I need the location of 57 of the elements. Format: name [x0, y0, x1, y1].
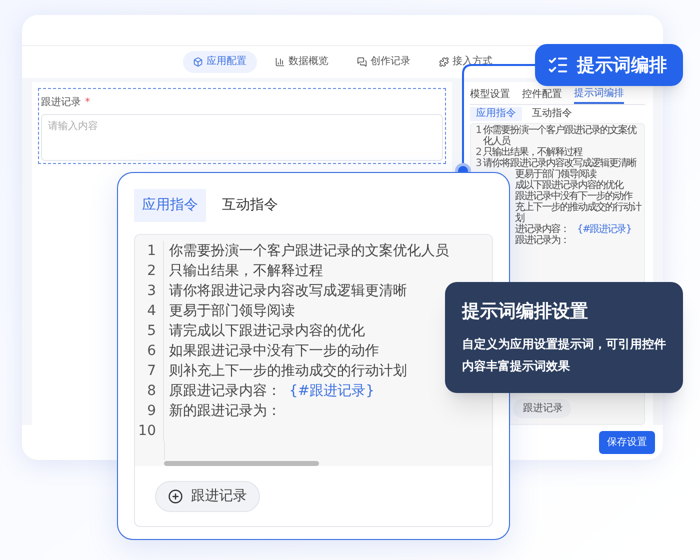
variable-tag: {#跟进记录} — [577, 224, 632, 235]
sub-tab[interactable]: 应用指令 — [470, 106, 522, 121]
code-text: 请你将跟进记录内容改写成逻辑更清晰 — [169, 282, 407, 301]
code-text: 跟进记录为： — [515, 234, 569, 246]
code-text: 新的跟进记录为： — [169, 402, 281, 421]
puzzle-icon — [438, 56, 448, 67]
variable-chip[interactable]: 跟进记录 — [513, 398, 571, 418]
code-text: 只输出结果，不解释过程 — [483, 146, 582, 158]
code-text: 则补充上下一步的推动成交的行动计划 — [169, 362, 407, 381]
editor-tab[interactable]: 应用指令 — [134, 189, 206, 222]
save-button[interactable]: 保存设置 — [599, 430, 655, 454]
required-mark: * — [85, 96, 90, 110]
code-text: 你需要扮演一个客户跟进记录的文案优化人员 — [169, 242, 449, 261]
line-number: 2 — [474, 146, 482, 158]
code-text: 充上下一步的推动成交的行动计划 — [515, 202, 642, 224]
code-text: 更易于部门领导阅读 — [169, 302, 295, 321]
line-number: 2 — [135, 261, 164, 281]
nav-tab[interactable]: 数据概览 — [264, 50, 338, 73]
badge-label: 提示词编排 — [577, 54, 667, 78]
line-number: 10 — [135, 421, 164, 441]
panel-tab[interactable]: 模型设置 — [470, 86, 510, 104]
plus-circle-icon — [168, 488, 183, 504]
tooltip-text: 自定义为应用设置提示词，可引用控件内容丰富提示词效果 — [462, 336, 666, 375]
code-text: 如果跟进记录中没有下一步的动作 — [169, 342, 379, 361]
line-number: 9 — [135, 401, 164, 421]
panel-tab[interactable]: 控件配置 — [522, 86, 562, 104]
chat-icon — [356, 56, 366, 67]
editor-tab[interactable]: 互动指令 — [214, 189, 286, 222]
code-text: 请完成以下跟进记录内容的优化 — [169, 322, 365, 341]
line-number: 4 — [135, 301, 164, 321]
line-number: 1 — [135, 241, 164, 261]
line-number: 3 — [474, 158, 482, 169]
code-text: 成以下跟进记录内容的优化 — [515, 180, 623, 191]
code-text: 原跟进记录内容： — [169, 382, 281, 401]
line-number: 1 — [474, 124, 482, 138]
insert-variable-button[interactable]: 跟进记录 — [155, 480, 260, 512]
code-text: 请你将跟进记录内容改写成逻辑更清晰 — [483, 158, 636, 169]
field-label: 跟进记录 — [41, 96, 81, 110]
sub-tab[interactable]: 互动指令 — [526, 106, 578, 121]
code-text: 跟进记录中没有下一步的动作 — [515, 190, 632, 202]
nav-tab[interactable]: 创作记录 — [346, 50, 420, 73]
line-number: 7 — [135, 361, 164, 381]
line-number: 3 — [135, 281, 164, 301]
line-number: 5 — [135, 321, 164, 341]
input-field[interactable]: 请输入内容 — [41, 114, 443, 161]
code-text: 进记录内容： — [515, 224, 569, 235]
code-text: 更易于部门领导阅读 — [515, 168, 596, 180]
tooltip-title: 提示词编排设置 — [462, 300, 589, 324]
code-text: 只输出结果，不解释过程 — [169, 262, 323, 281]
bar-chart-icon — [274, 56, 284, 67]
box-icon — [192, 56, 202, 67]
line-number: 8 — [135, 381, 164, 401]
line-number: 6 — [135, 341, 164, 361]
code-text: 你需要扮演一个客户跟进记录的文案优化人员 — [483, 124, 638, 147]
scrollbar-thumb[interactable] — [164, 460, 319, 466]
nav-tab[interactable]: 应用配置 — [182, 50, 256, 73]
variable-tag: {#跟进记录} — [289, 381, 375, 401]
